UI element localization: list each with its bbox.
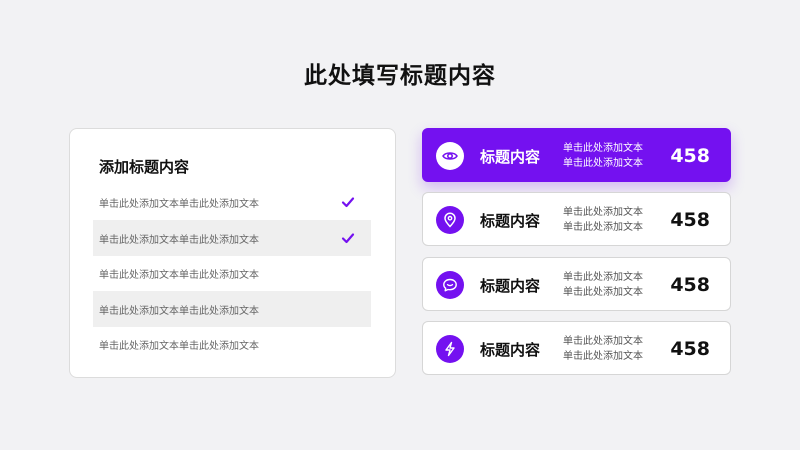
eye-icon: [436, 142, 464, 170]
list-item-text: 单击此处添加文本单击此处添加文本: [99, 340, 259, 352]
list-item-text: 单击此处添加文本单击此处添加文本: [99, 234, 259, 246]
stat-value: 458: [670, 209, 710, 231]
stat-description: 单击此处添加文本 单击此处添加文本: [563, 334, 643, 364]
stat-description-line: 单击此处添加文本: [563, 143, 643, 154]
stat-description-line: 单击此处添加文本: [563, 336, 643, 347]
stat-label: 标题内容: [480, 340, 541, 359]
stat-label: 标题内容: [480, 147, 541, 166]
list-item-text: 单击此处添加文本单击此处添加文本: [99, 269, 259, 281]
stat-description: 单击此处添加文本 单击此处添加文本: [563, 205, 643, 235]
stat-label: 标题内容: [480, 276, 541, 295]
stat-card: 标题内容 单击此处添加文本 单击此处添加文本 458: [422, 321, 731, 375]
list-item-text: 单击此处添加文本单击此处添加文本: [99, 305, 259, 317]
stat-value: 458: [670, 145, 710, 167]
stat-description: 单击此处添加文本 单击此处添加文本: [563, 141, 643, 171]
checklist-heading: 添加标题内容: [99, 158, 190, 176]
stat-card: 标题内容 单击此处添加文本 单击此处添加文本 458: [422, 192, 731, 246]
stat-label: 标题内容: [480, 211, 541, 230]
list-item-text: 单击此处添加文本单击此处添加文本: [99, 198, 259, 210]
stat-description: 单击此处添加文本 单击此处添加文本: [563, 270, 643, 300]
stat-value: 458: [670, 338, 710, 360]
location-pin-icon: [436, 206, 464, 234]
stat-description-line: 单击此处添加文本: [563, 351, 643, 362]
stat-card: 标题内容 单击此处添加文本 单击此处添加文本 458: [422, 257, 731, 311]
checklist-card: 添加标题内容 单击此处添加文本单击此处添加文本 单击此处添加文本单击此处添加文本…: [69, 128, 396, 378]
stat-description-line: 单击此处添加文本: [563, 272, 643, 283]
stat-description-line: 单击此处添加文本: [563, 207, 643, 218]
page-title: 此处填写标题内容: [304, 63, 496, 89]
stat-description-line: 单击此处添加文本: [563, 222, 643, 233]
chat-bubble-icon: [436, 271, 464, 299]
list-item: 单击此处添加文本单击此处添加文本: [93, 220, 371, 256]
stat-description-line: 单击此处添加文本: [563, 287, 643, 298]
checkmark-icon: [341, 233, 355, 244]
checkmark-icon: [341, 197, 355, 208]
list-item: 单击此处添加文本单击此处添加文本: [93, 255, 371, 291]
list-item: 单击此处添加文本单击此处添加文本: [93, 326, 371, 362]
list-item: 单击此处添加文本单击此处添加文本: [93, 291, 371, 327]
list-item: 单击此处添加文本单击此处添加文本: [93, 184, 371, 220]
stat-value: 458: [670, 274, 710, 296]
stat-description-line: 单击此处添加文本: [563, 158, 643, 169]
stat-card: 标题内容 单击此处添加文本 单击此处添加文本 458: [422, 128, 731, 182]
lightning-icon: [436, 335, 464, 363]
